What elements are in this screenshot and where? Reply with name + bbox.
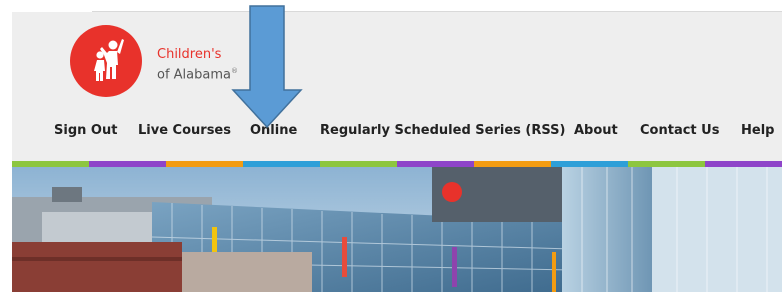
nav-sign-out[interactable]: Sign Out [54,120,117,142]
nav-rss[interactable]: Regularly Scheduled Series (RSS) [320,120,565,142]
children-figures-icon [70,25,142,97]
nav-contact-us[interactable]: Contact Us [640,120,719,142]
brand-name: Children's of Alabama® [157,47,238,83]
hero-building-image [12,167,782,292]
brand-line2-text: of Alabama [157,67,231,83]
brand-line1: Children's [157,47,222,62]
nav-about[interactable]: About [574,120,618,142]
registered-mark: ® [230,67,238,75]
nav-help[interactable]: Help [741,120,774,142]
nav-online[interactable]: Online [250,120,297,142]
main-nav: Sign Out Live Courses Online Regularly S… [0,120,782,142]
nav-live-courses[interactable]: Live Courses [138,120,231,142]
brand-line2: of Alabama® [157,63,238,83]
